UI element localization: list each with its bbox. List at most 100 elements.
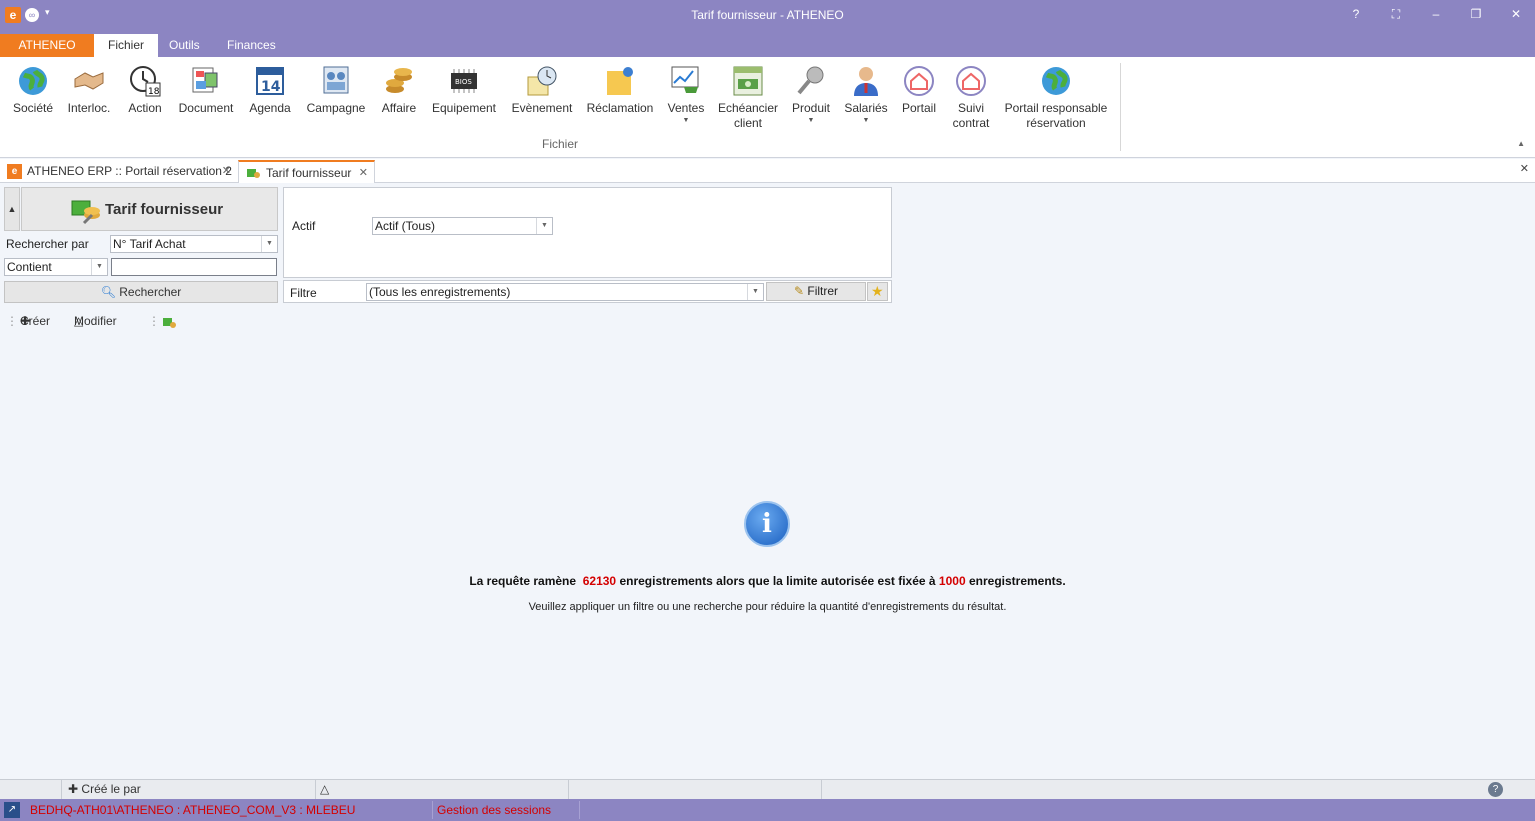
filtre-select[interactable]: (Tous les enregistrements) ▼ [366, 283, 764, 301]
employee-icon [850, 65, 882, 97]
salaries-dropdown-icon[interactable]: ▼ [844, 116, 888, 125]
ribbon-produit-button[interactable]: Produit ▼ [789, 65, 833, 125]
operator-select[interactable]: Contient ▼ [4, 258, 108, 276]
filtrer-button[interactable]: ✎ Filtrer [766, 282, 866, 301]
help-icon[interactable]: ? [1348, 6, 1364, 22]
document-tabs: e ATHENEO ERP :: Portail réservation 2 ✕… [0, 159, 1535, 183]
chevron-down-icon[interactable]: ▼ [536, 218, 552, 234]
ribbon-equipement-button[interactable]: BIOS Equipement [429, 65, 499, 116]
star-add-icon: ★ [871, 283, 884, 299]
ribbon-action-button[interactable]: 18 Action [124, 65, 166, 116]
fullscreen-icon[interactable]: ⛶ [1388, 6, 1404, 22]
collapse-ribbon-icon[interactable]: ▲ [1517, 139, 1525, 148]
panel-title: Tarif fournisseur [105, 201, 224, 218]
favorite-filter-button[interactable]: ★ [867, 282, 888, 301]
toolbar-grip: ⋮ [6, 314, 18, 328]
close-window-icon[interactable]: ✕ [1508, 6, 1524, 22]
filter-row: Filtre (Tous les enregistrements) ▼ ✎ Fi… [283, 280, 892, 303]
cart-chart-icon [670, 65, 702, 97]
product-icon [795, 65, 827, 97]
restore-icon[interactable]: ❐ [1468, 6, 1484, 22]
session-management-link[interactable]: Gestion des sessions [437, 803, 551, 817]
ribbon-affaire-button[interactable]: Affaire [377, 65, 421, 116]
calendar-day-label: 14 [261, 79, 281, 95]
search-icon: 🔍︎ [100, 285, 116, 299]
chevron-down-icon[interactable]: ▼ [261, 236, 277, 252]
ribbon-interloc-button[interactable]: Interloc. [66, 65, 112, 116]
criteria-panel: Actif Actif (Tous) ▼ [283, 187, 892, 278]
pencil-filter-icon: ✎ [793, 284, 805, 298]
record-limit-message: La requête ramène 62130 enregistrements … [469, 574, 1066, 588]
actif-label: Actif [292, 219, 316, 233]
close-tab-icon[interactable]: ✕ [359, 162, 368, 184]
collapse-panel-icon[interactable]: ▲ [4, 187, 20, 231]
tab-fichier[interactable]: Fichier [94, 34, 159, 57]
chip-label: BIOS [455, 78, 472, 86]
ribbon-group-separator [1120, 63, 1121, 151]
minimize-icon[interactable]: – [1428, 6, 1444, 22]
note-pin-icon [604, 65, 636, 97]
ribbon-portail-button[interactable]: Portail [898, 65, 940, 116]
home-circle-icon [903, 65, 935, 97]
ribbon-ventes-button[interactable]: Ventes ▼ [665, 65, 707, 125]
connection-info: BEDHQ-ATH01\ATHENEO : ATHENEO_COM_V3 : M… [30, 803, 356, 817]
window-title: Tarif fournisseur - ATHENEO [691, 8, 844, 22]
ribbon-document-button[interactable]: Document [176, 65, 236, 116]
record-limit-hint: Veuillez appliquer un filtre ou une rech… [528, 601, 1007, 613]
ribbon-reclamation-button[interactable]: Réclamation [585, 65, 655, 116]
chip-icon: BIOS [448, 65, 480, 97]
globe-icon [1040, 65, 1072, 97]
modified-info: △ [316, 780, 569, 799]
chevron-down-icon[interactable]: ▼ [91, 259, 107, 275]
globe-icon [17, 65, 49, 97]
ribbon-group-label: Fichier [541, 137, 578, 151]
ribbon-echeancier-button[interactable]: Echéancier client [717, 65, 779, 131]
search-input[interactable] [111, 258, 277, 276]
tab-finances[interactable]: Finances [213, 34, 290, 57]
created-info: ✚ Créé le par [62, 780, 316, 799]
tab-atheneo[interactable]: ATHENEO [0, 34, 94, 57]
schedule-money-icon [732, 65, 764, 97]
produit-dropdown-icon[interactable]: ▼ [789, 116, 833, 125]
doctab-portail-reservation[interactable]: e ATHENEO ERP :: Portail réservation 2 ✕ [0, 160, 237, 183]
ribbon-portail-responsable-button[interactable]: Portail responsable réservation [1003, 65, 1109, 131]
search-button[interactable]: 🔍︎ Rechercher [4, 281, 278, 303]
search-by-label: Rechercher par [6, 237, 89, 251]
ribbon-salaries-button[interactable]: Salariés ▼ [844, 65, 888, 125]
filtre-label: Filtre [290, 286, 317, 300]
doctab-tarif-fournisseur[interactable]: Tarif fournisseur ✕ [238, 160, 375, 183]
document-icon [190, 65, 222, 97]
record-count: 62130 [582, 574, 617, 588]
ribbon-agenda-button[interactable]: 14 Agenda [247, 65, 293, 116]
status-bar: ↗ BEDHQ-ATH01\ATHENEO : ATHENEO_COM_V3 :… [0, 799, 1535, 821]
tab-outils[interactable]: Outils [155, 34, 214, 57]
ribbon-campagne-button[interactable]: Campagne [304, 65, 368, 116]
panel-title-box: Tarif fournisseur [21, 187, 278, 231]
close-tab-icon[interactable]: ✕ [222, 160, 231, 182]
ribbon-societe-button[interactable]: Société [10, 65, 56, 116]
handshake-icon [73, 65, 105, 97]
shortcut-icon[interactable]: ↗ [4, 802, 20, 818]
actif-select[interactable]: Actif (Tous) ▼ [372, 217, 553, 235]
record-info-bar: ✚ Créé le par △ ? [0, 779, 1535, 799]
triangle-edit-icon: △ [320, 782, 330, 796]
close-all-tabs-icon[interactable]: ✕ [1520, 162, 1529, 175]
record-limit: 1000 [938, 574, 966, 588]
chevron-down-icon[interactable]: ▼ [747, 284, 763, 300]
atheneo-tab-icon: e [7, 164, 22, 179]
search-by-select[interactable]: N° Tarif Achat ▼ [110, 235, 278, 253]
tariff-icon [70, 195, 102, 225]
ventes-dropdown-icon[interactable]: ▼ [665, 116, 707, 125]
ribbon-suivi-contrat-button[interactable]: Suivi contrat [948, 65, 994, 131]
help-icon[interactable]: ? [1488, 782, 1503, 797]
clock-calendar-icon: 18 [129, 65, 161, 97]
ribbon-evenement-button[interactable]: Evènement [509, 65, 575, 116]
title-bar: e ∞ ▾ Tarif fournisseur - ATHENEO ? ⛶ – … [0, 0, 1535, 31]
ribbon: Société Interloc. 18 Action Document 14 … [0, 57, 1535, 158]
campaign-icon [320, 65, 352, 97]
tariff-action-icon[interactable] [162, 315, 178, 334]
svg-text:18: 18 [148, 87, 160, 97]
event-clock-icon [526, 65, 558, 97]
panel-header: ▲ Tarif fournisseur [4, 187, 278, 231]
coins-icon [383, 65, 415, 97]
